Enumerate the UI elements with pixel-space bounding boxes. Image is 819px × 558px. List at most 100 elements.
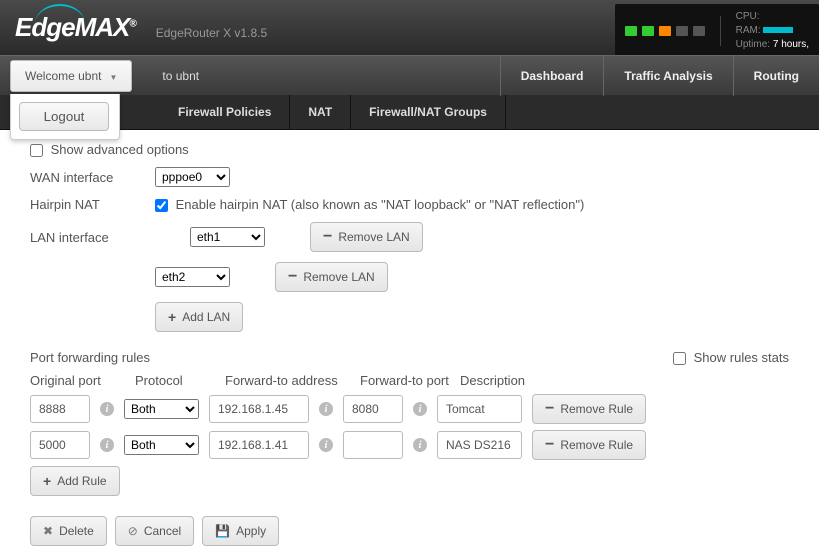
plus-icon: + xyxy=(168,312,176,322)
cancel-button[interactable]: ⊘ Cancel xyxy=(115,516,194,546)
sub-tabs: Firewall Policies NAT Firewall/NAT Group… xyxy=(0,95,819,130)
main-navbar: Welcome ubnt Logout to ubnt Dashboard Tr… xyxy=(0,55,819,95)
protocol-select[interactable]: Both xyxy=(124,435,199,455)
tab-routing[interactable]: Routing xyxy=(733,56,819,96)
header-forward-port: Forward-to port xyxy=(360,373,450,388)
original-port-input[interactable] xyxy=(30,431,90,459)
lan-interface-select-2[interactable]: eth2 xyxy=(155,267,230,287)
wan-interface-label: WAN interface xyxy=(30,170,145,185)
port-light-icon xyxy=(659,26,671,36)
nav-tabs: Dashboard Traffic Analysis Routing xyxy=(500,56,819,96)
port-light-icon xyxy=(642,26,654,36)
info-icon[interactable]: i xyxy=(100,438,114,452)
port-light-icon xyxy=(676,26,688,36)
description-input[interactable] xyxy=(437,395,522,423)
header-original-port: Original port xyxy=(30,373,125,388)
info-icon[interactable]: i xyxy=(319,438,333,452)
x-icon: ✖ xyxy=(43,524,53,538)
forward-address-input[interactable] xyxy=(209,431,309,459)
system-stats: CPU: RAM: Uptime: 7 hours, xyxy=(736,10,809,52)
show-rules-stats-checkbox[interactable] xyxy=(673,352,686,365)
wan-interface-select[interactable]: pppoe0 xyxy=(155,167,230,187)
remove-lan-button-2[interactable]: −Remove LAN xyxy=(275,262,388,292)
delete-button[interactable]: ✖ Delete xyxy=(30,516,107,546)
add-rule-text: Add Rule xyxy=(57,474,106,488)
hairpin-nat-label: Hairpin NAT xyxy=(30,197,145,212)
show-rules-stats-text: Show rules stats xyxy=(694,350,789,365)
remove-rule-button[interactable]: −Remove Rule xyxy=(532,394,646,424)
remove-rule-button[interactable]: −Remove Rule xyxy=(532,430,646,460)
hairpin-nat-row: Hairpin NAT Enable hairpin NAT (also kno… xyxy=(30,197,789,212)
port-light-icon xyxy=(625,26,637,36)
info-icon[interactable]: i xyxy=(413,402,427,416)
ram-bar-icon xyxy=(763,27,793,33)
original-port-input[interactable] xyxy=(30,395,90,423)
minus-icon: − xyxy=(545,404,554,414)
add-lan-row: + Add LAN xyxy=(155,302,789,332)
apply-text: Apply xyxy=(236,524,266,538)
show-advanced-checkbox[interactable] xyxy=(30,144,43,157)
divider xyxy=(720,16,721,46)
port-lights xyxy=(625,26,705,36)
user-menu: Welcome ubnt Logout xyxy=(10,60,132,92)
status-panel: CPU: RAM: Uptime: 7 hours, xyxy=(615,4,819,58)
tab-firewall-nat-groups[interactable]: Firewall/NAT Groups xyxy=(351,95,506,129)
to-ubnt-link[interactable]: to ubnt xyxy=(162,69,199,83)
cpu-label: CPU: xyxy=(736,11,760,22)
tab-dashboard[interactable]: Dashboard xyxy=(500,56,604,96)
forward-port-input[interactable] xyxy=(343,395,403,423)
plus-icon: + xyxy=(43,476,51,486)
add-lan-button[interactable]: + Add LAN xyxy=(155,302,243,332)
ram-label: RAM: xyxy=(736,25,761,36)
content-area: Show advanced options WAN interface pppo… xyxy=(0,130,819,558)
lan-interface-label: LAN interface xyxy=(30,230,145,245)
info-icon[interactable]: i xyxy=(319,402,333,416)
description-input[interactable] xyxy=(437,431,522,459)
apply-button[interactable]: 💾 Apply xyxy=(202,516,279,546)
logout-button[interactable]: Logout xyxy=(19,102,109,131)
forward-address-input[interactable] xyxy=(209,395,309,423)
delete-text: Delete xyxy=(59,524,94,538)
lan-interface-select-1[interactable]: eth1 xyxy=(190,227,265,247)
port-light-icon xyxy=(693,26,705,36)
add-lan-text: Add LAN xyxy=(182,310,230,324)
rule-row: i Both i i −Remove Rule xyxy=(30,394,789,424)
save-icon: 💾 xyxy=(215,524,230,538)
remove-lan-text: Remove LAN xyxy=(338,230,409,244)
tab-nat[interactable]: NAT xyxy=(290,95,351,129)
port-forwarding-title: Port forwarding rules xyxy=(30,350,150,365)
remove-rule-text: Remove Rule xyxy=(560,402,633,416)
protocol-select[interactable]: Both xyxy=(124,399,199,419)
show-advanced-row: Show advanced options xyxy=(30,142,789,157)
rules-header: Original port Protocol Forward-to addres… xyxy=(30,373,789,388)
wan-interface-row: WAN interface pppoe0 xyxy=(30,167,789,187)
uptime-label: Uptime: xyxy=(736,39,770,50)
user-dropdown: Logout xyxy=(10,94,120,140)
show-rules-stats-label[interactable]: Show rules stats xyxy=(673,350,789,365)
minus-icon: − xyxy=(545,440,554,450)
info-icon[interactable]: i xyxy=(100,402,114,416)
tab-traffic-analysis[interactable]: Traffic Analysis xyxy=(603,56,732,96)
remove-lan-button-1[interactable]: −Remove LAN xyxy=(310,222,423,252)
form-actions: ✖ Delete ⊘ Cancel 💾 Apply xyxy=(30,516,789,546)
cancel-icon: ⊘ xyxy=(128,524,138,538)
hairpin-nat-checkbox[interactable] xyxy=(155,199,168,212)
minus-icon: − xyxy=(323,232,332,242)
add-rule-button[interactable]: + Add Rule xyxy=(30,466,120,496)
hairpin-nat-option[interactable]: Enable hairpin NAT (also known as "NAT l… xyxy=(155,197,584,212)
add-rule-row: + Add Rule xyxy=(30,466,789,496)
logo-arc-icon xyxy=(35,4,85,24)
welcome-dropdown-button[interactable]: Welcome ubnt xyxy=(10,60,132,92)
logo: EdgeMAX® xyxy=(15,12,136,43)
lan-interface-row-1: LAN interface eth1 −Remove LAN xyxy=(30,222,789,252)
tab-firewall-policies[interactable]: Firewall Policies xyxy=(160,95,290,129)
app-header: EdgeMAX® EdgeRouter X v1.8.5 CPU: RAM: U… xyxy=(0,0,819,55)
header-protocol: Protocol xyxy=(135,373,215,388)
forward-port-input[interactable] xyxy=(343,431,403,459)
show-advanced-label[interactable]: Show advanced options xyxy=(30,142,189,157)
remove-lan-text: Remove LAN xyxy=(303,270,374,284)
info-icon[interactable]: i xyxy=(413,438,427,452)
remove-rule-text: Remove Rule xyxy=(560,438,633,452)
hairpin-nat-text: Enable hairpin NAT (also known as "NAT l… xyxy=(176,197,585,212)
cancel-text: Cancel xyxy=(144,524,181,538)
